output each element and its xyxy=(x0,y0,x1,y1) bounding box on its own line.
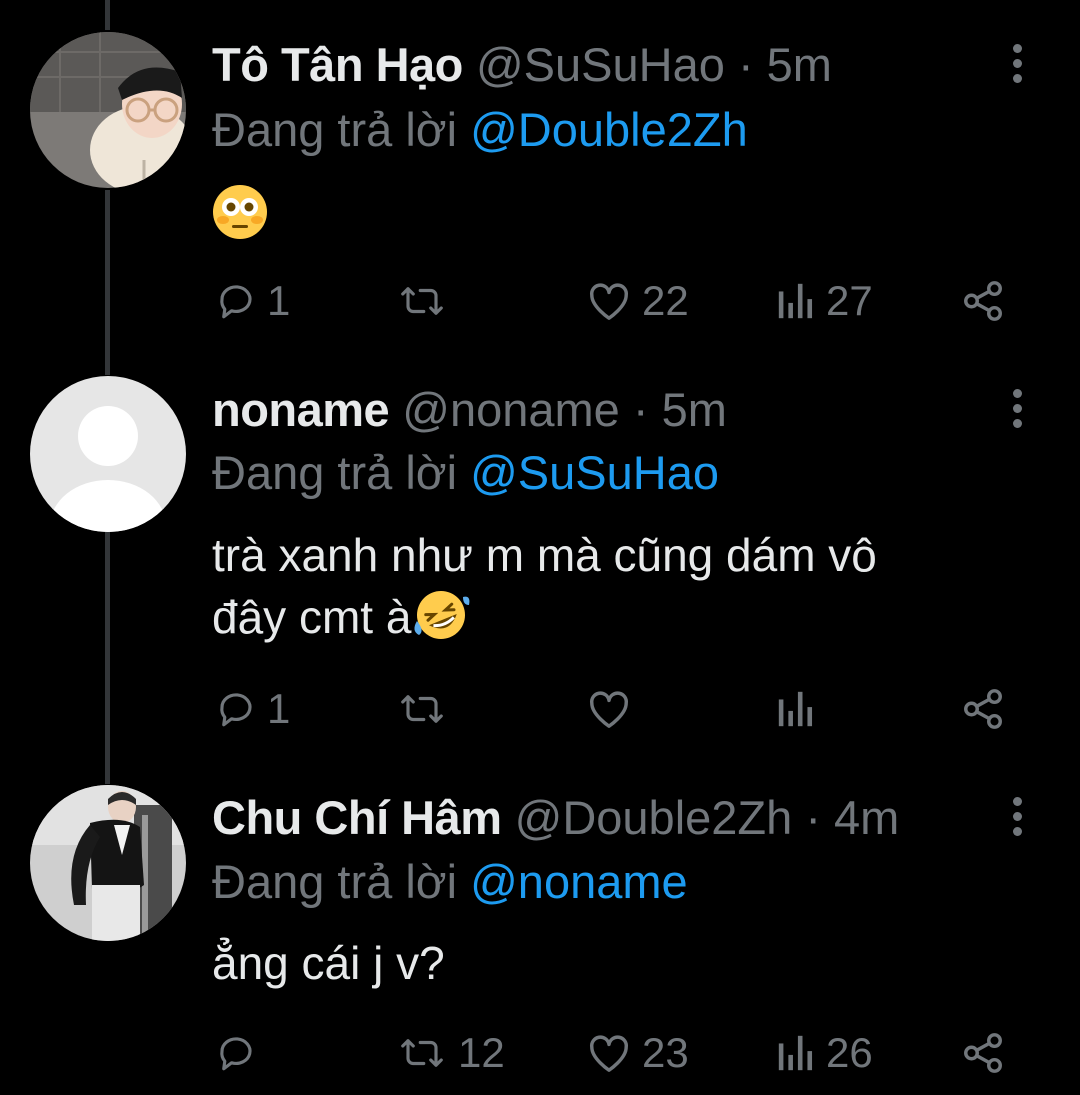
like-count: 22 xyxy=(642,277,689,324)
reply-button[interactable] xyxy=(215,1028,267,1078)
share-button[interactable] xyxy=(960,1028,1006,1078)
share-icon xyxy=(964,1033,1002,1073)
reply-icon xyxy=(220,1037,252,1071)
avatar-double2zh[interactable] xyxy=(30,785,186,941)
more-options-icon[interactable] xyxy=(1000,383,1034,433)
views-button[interactable] xyxy=(776,684,826,734)
reply-button[interactable]: 1 xyxy=(215,684,290,734)
separator-dot: · xyxy=(737,38,754,91)
like-count: 23 xyxy=(642,1029,689,1076)
tweet-2-header: noname @noname · 5m xyxy=(212,380,727,440)
more-options-icon[interactable] xyxy=(1000,38,1034,88)
heart-icon xyxy=(590,283,628,320)
reply-icon xyxy=(220,693,252,727)
display-name[interactable]: Chu Chí Hâm xyxy=(212,791,502,844)
separator-dot: · xyxy=(632,383,649,436)
tweet-text: ẳng cái j v? xyxy=(212,937,445,989)
like-button[interactable]: 23 xyxy=(586,1028,689,1078)
like-button[interactable]: 22 xyxy=(586,276,689,326)
share-icon xyxy=(964,689,1002,729)
reply-count: 1 xyxy=(267,277,291,324)
replying-to: Đang trả lời @Double2Zh xyxy=(212,100,748,160)
retweet-icon xyxy=(401,287,443,315)
tweet-text: trà xanh như m mà cũng dám vô đây cmt à xyxy=(212,524,1032,656)
retweet-icon xyxy=(401,695,443,723)
like-button[interactable] xyxy=(586,684,642,734)
retweet-button[interactable] xyxy=(396,684,458,734)
share-icon xyxy=(964,281,1002,321)
reply-count: 1 xyxy=(267,685,291,732)
retweet-icon xyxy=(401,1039,443,1067)
display-name[interactable]: Tô Tân Hạo xyxy=(212,38,463,91)
views-icon xyxy=(778,1035,813,1071)
tweet-text-line-2-wrap: đây cmt à xyxy=(212,586,1032,656)
view-count: 27 xyxy=(826,277,873,324)
separator-dot: · xyxy=(805,791,821,844)
heart-icon xyxy=(590,1035,628,1072)
replying-to: Đang trả lời @SuSuHao xyxy=(212,443,719,503)
timestamp[interactable]: 5m xyxy=(662,383,727,436)
timestamp[interactable]: 4m xyxy=(834,791,899,844)
thread-line-top xyxy=(105,0,110,30)
views-button[interactable]: 26 xyxy=(776,1028,873,1078)
views-icon xyxy=(778,691,813,727)
reply-mention[interactable]: @noname xyxy=(470,855,688,908)
views-button[interactable]: 27 xyxy=(776,276,873,326)
tweet-3-header: Chu Chí Hâm @Double2Zh · 4m xyxy=(212,788,899,848)
display-name[interactable]: noname xyxy=(212,383,390,436)
more-options-icon[interactable] xyxy=(1000,791,1034,841)
thread-line-2 xyxy=(105,532,110,784)
avatar-susuhao[interactable] xyxy=(30,32,186,188)
share-button[interactable] xyxy=(960,684,1006,734)
user-handle[interactable]: @SuSuHao xyxy=(476,38,725,91)
tweet-text-line-2: đây cmt à xyxy=(212,591,412,643)
tweet-1-header: Tô Tân Hạo @SuSuHao · 5m xyxy=(212,35,832,95)
replying-to: Đang trả lời @noname xyxy=(212,852,688,912)
reply-prefix: Đang trả lời xyxy=(212,103,458,156)
reply-button[interactable]: 1 xyxy=(215,276,290,326)
rolling-laughing-emoji xyxy=(411,587,471,656)
reply-prefix: Đang trả lời xyxy=(212,446,458,499)
view-count: 26 xyxy=(826,1029,873,1076)
avatar-noname[interactable] xyxy=(30,376,186,532)
tweet-text-line-1: trà xanh như m mà cũng dám vô xyxy=(212,529,877,581)
user-handle[interactable]: @Double2Zh xyxy=(515,791,793,844)
retweet-button[interactable] xyxy=(396,276,458,326)
views-icon xyxy=(778,283,813,319)
retweet-count: 12 xyxy=(458,1029,505,1076)
thread-line-1 xyxy=(105,190,110,375)
heart-icon xyxy=(590,691,628,728)
flushed-face-emoji xyxy=(212,184,268,240)
reply-prefix: Đang trả lời xyxy=(212,855,458,908)
share-button[interactable] xyxy=(960,276,1006,326)
user-handle[interactable]: @noname xyxy=(402,383,620,436)
reply-icon xyxy=(220,285,252,319)
reply-mention[interactable]: @Double2Zh xyxy=(470,103,748,156)
reply-mention[interactable]: @SuSuHao xyxy=(470,446,719,499)
timestamp[interactable]: 5m xyxy=(767,38,832,91)
retweet-button[interactable]: 12 xyxy=(396,1028,505,1078)
